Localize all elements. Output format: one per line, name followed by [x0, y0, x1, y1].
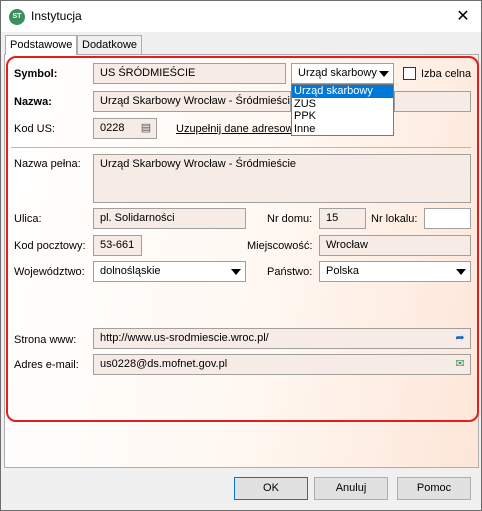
cancel-button[interactable]: Anuluj	[314, 477, 388, 500]
type-option-inne[interactable]: Inne	[292, 123, 393, 136]
nazwa-field-extension	[394, 91, 471, 112]
kod-us-value: 0228	[100, 122, 125, 134]
send-mail-icon[interactable]: ✉	[453, 358, 467, 370]
title-bar[interactable]: ST Instytucja ✕	[1, 1, 481, 32]
tab-podstawowe[interactable]: Podstawowe	[5, 35, 77, 55]
izba-celna-checkbox[interactable]	[403, 67, 416, 80]
kod-pocztowy-field[interactable]: 53-661	[93, 235, 142, 256]
nr-lokalu-field[interactable]	[424, 208, 471, 229]
nazwa-pelna-field[interactable]: Urząd Skarbowy Wrocław - Śródmieście	[93, 154, 471, 203]
type-option-zus[interactable]: ZUS	[292, 98, 393, 111]
panstwo-label: Państwo:	[267, 266, 313, 278]
type-select-value: Urząd skarbowy	[298, 67, 377, 79]
panstwo-value: Polska	[326, 265, 360, 277]
open-link-icon[interactable]: ➦	[453, 332, 467, 344]
panstwo-select[interactable]: Polska	[319, 261, 471, 282]
help-button[interactable]: Pomoc	[397, 477, 471, 500]
chevron-down-icon	[379, 71, 389, 77]
wojewodztwo-value: dolnośląskie	[100, 265, 161, 277]
wojewodztwo-label: Województwo:	[14, 266, 85, 278]
nazwa-field[interactable]: Urząd Skarbowy Wrocław - Śródmieście	[93, 91, 291, 112]
uzupelnij-dane-link[interactable]: Uzupełnij dane adresowe	[176, 123, 300, 135]
type-option-urzad[interactable]: Urząd skarbowy	[292, 85, 393, 98]
symbol-label: Symbol:	[14, 68, 58, 80]
type-select[interactable]: Urząd skarbowy	[291, 63, 394, 84]
close-icon[interactable]: ✕	[445, 1, 481, 32]
email-value: us0228@ds.mofnet.gov.pl	[100, 358, 228, 370]
list-picker-icon[interactable]: ▤	[139, 122, 153, 134]
symbol-field[interactable]: US ŚRÓDMIEŚCIE	[93, 63, 286, 84]
wojewodztwo-select[interactable]: dolnośląskie	[93, 261, 246, 282]
email-label: Adres e-mail:	[14, 359, 79, 371]
kod-pocztowy-label: Kod pocztowy:	[14, 240, 86, 252]
miejscowosc-field[interactable]: Wrocław	[319, 235, 471, 256]
dialog-window: ST Instytucja ✕ Podstawowe Dodatkowe Sym…	[0, 0, 482, 511]
ulica-field[interactable]: pl. Solidarności	[93, 208, 246, 229]
nr-lokalu-label: Nr lokalu:	[371, 213, 418, 225]
www-value: http://www.us-srodmiescie.wroc.pl/	[100, 332, 269, 344]
type-option-ppk[interactable]: PPK	[292, 110, 393, 123]
ok-button[interactable]: OK	[234, 477, 308, 500]
nazwa-pelna-label: Nazwa pełna:	[14, 158, 81, 170]
app-logo-icon: ST	[9, 9, 25, 25]
nr-domu-field[interactable]: 15	[319, 208, 366, 229]
type-dropdown-list: Urząd skarbowy ZUS PPK Inne	[291, 84, 394, 136]
nr-domu-label: Nr domu:	[267, 213, 313, 225]
ulica-label: Ulica:	[14, 213, 42, 225]
kod-us-label: Kod US:	[14, 123, 55, 135]
izba-celna-label: Izba celna	[421, 68, 472, 80]
www-label: Strona www:	[14, 334, 77, 346]
nazwa-label: Nazwa:	[14, 96, 52, 108]
section-divider	[11, 147, 471, 148]
window-title: Instytucja	[31, 9, 82, 23]
chevron-down-icon	[231, 269, 241, 275]
miejscowosc-label: Miejscowość:	[247, 240, 313, 252]
tab-dodatkowe[interactable]: Dodatkowe	[77, 35, 142, 54]
email-field[interactable]: us0228@ds.mofnet.gov.pl	[93, 354, 471, 375]
chevron-down-icon	[456, 269, 466, 275]
www-field[interactable]: http://www.us-srodmiescie.wroc.pl/	[93, 328, 471, 349]
